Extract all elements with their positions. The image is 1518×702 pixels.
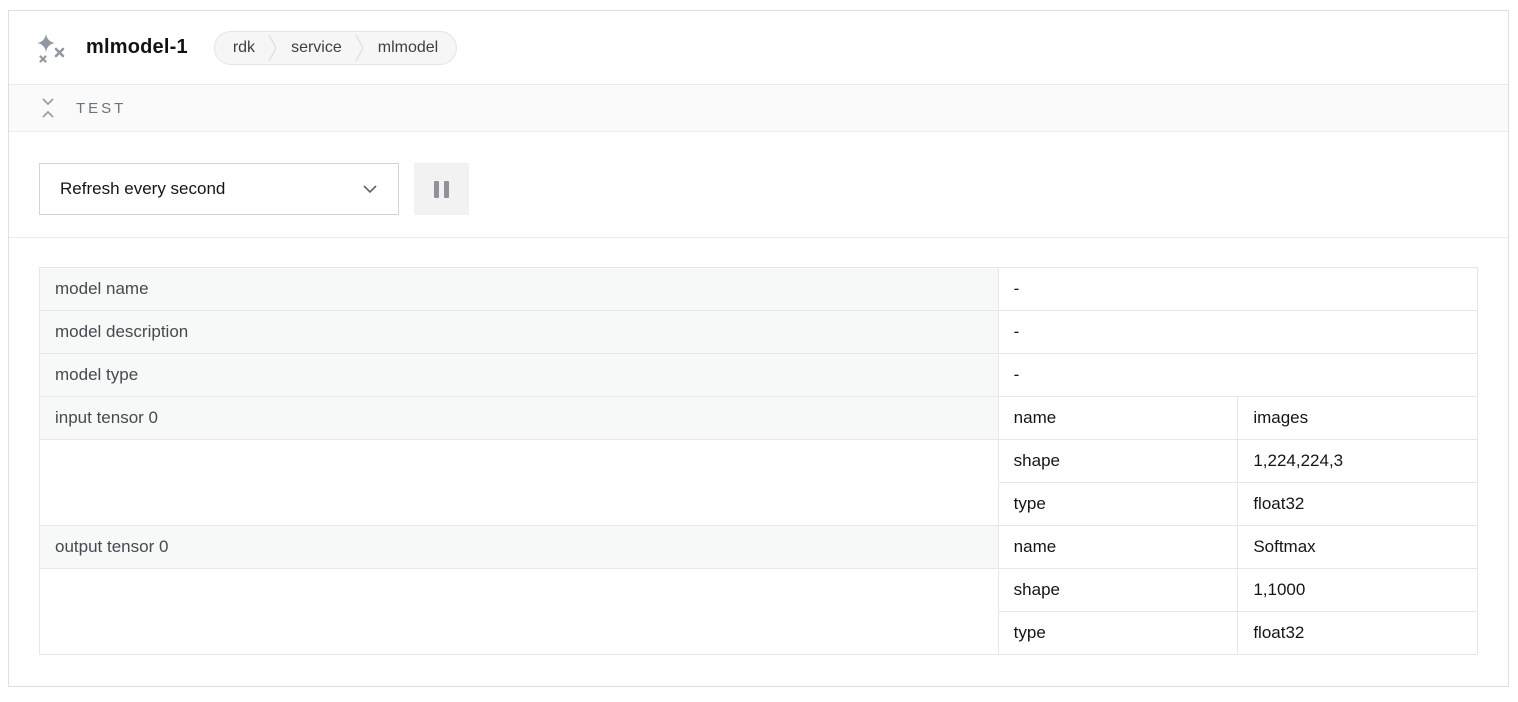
tensor-field-value: Softmax (1238, 526, 1478, 569)
breadcrumb-item-rdk: rdk (233, 39, 255, 57)
chevron-down-icon (362, 179, 378, 199)
table-row: model type - (40, 354, 1478, 397)
card-header: mlmodel-1 rdk service mlmodel (9, 11, 1508, 85)
row-value: - (998, 354, 1477, 397)
ml-sparkles-icon (34, 32, 66, 64)
row-label-spacer (40, 569, 999, 655)
row-label-spacer (40, 440, 999, 526)
breadcrumb: rdk service mlmodel (214, 31, 457, 65)
table-row: input tensor 0 name images (40, 397, 1478, 440)
table-row: model description - (40, 311, 1478, 354)
resource-card: mlmodel-1 rdk service mlmodel TEST Refre… (8, 10, 1509, 687)
refresh-toolbar: Refresh every second (9, 132, 1508, 238)
tensor-field-value: 1,1000 (1238, 569, 1478, 612)
table-row: output tensor 0 name Softmax (40, 526, 1478, 569)
table-row: shape 1,1000 (40, 569, 1478, 612)
row-value: - (998, 268, 1477, 311)
tensor-field-value: 1,224,224,3 (1238, 440, 1478, 483)
breadcrumb-separator-icon (354, 31, 366, 65)
tensor-field-key: shape (998, 440, 1238, 483)
model-info-table: model name - model description - model t… (39, 267, 1478, 655)
row-label: model type (40, 354, 999, 397)
resource-title: mlmodel-1 (86, 36, 188, 59)
tensor-field-value: float32 (1238, 483, 1478, 526)
refresh-interval-value: Refresh every second (60, 179, 225, 199)
breadcrumb-item-mlmodel: mlmodel (378, 39, 438, 57)
refresh-interval-select[interactable]: Refresh every second (39, 163, 399, 215)
breadcrumb-separator-icon (267, 31, 279, 65)
table-row: shape 1,224,224,3 (40, 440, 1478, 483)
tensor-field-value: images (1238, 397, 1478, 440)
table-row: model name - (40, 268, 1478, 311)
tensor-field-key: name (998, 397, 1238, 440)
tensor-field-key: type (998, 612, 1238, 655)
tensor-field-key: type (998, 483, 1238, 526)
breadcrumb-item-service: service (291, 39, 342, 57)
pause-button[interactable] (414, 163, 469, 215)
row-label: input tensor 0 (40, 397, 999, 440)
tensor-field-key: name (998, 526, 1238, 569)
test-section-label: TEST (76, 100, 126, 117)
collapse-vertical-icon[interactable] (40, 97, 56, 119)
row-label: model description (40, 311, 999, 354)
test-section-header[interactable]: TEST (9, 85, 1508, 132)
tensor-field-value: float32 (1238, 612, 1478, 655)
test-results-panel: model name - model description - model t… (9, 238, 1508, 655)
row-label: model name (40, 268, 999, 311)
row-label: output tensor 0 (40, 526, 999, 569)
row-value: - (998, 311, 1477, 354)
pause-icon (434, 181, 439, 198)
tensor-field-key: shape (998, 569, 1238, 612)
